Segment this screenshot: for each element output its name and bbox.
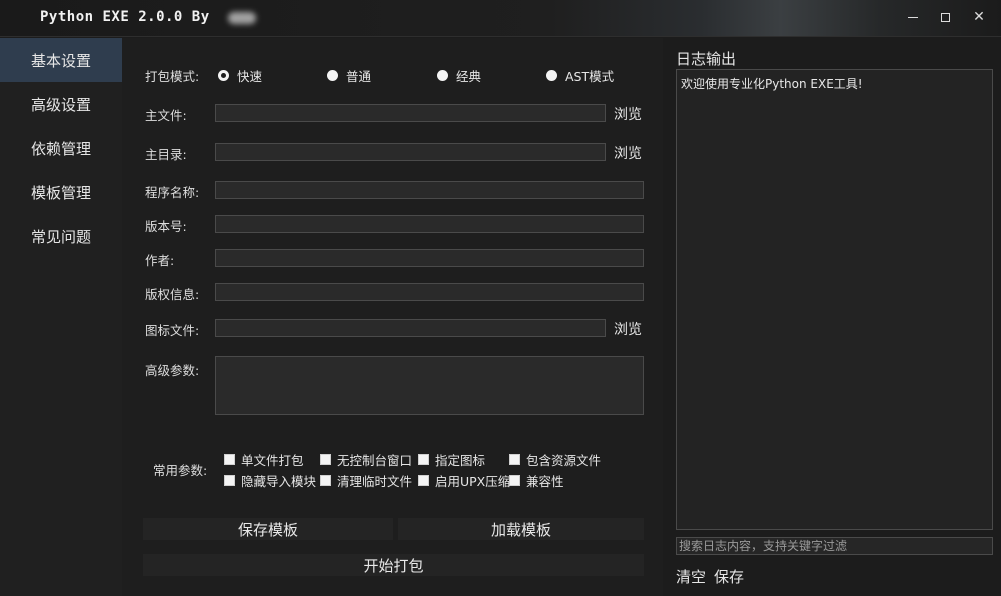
checkbox-label: 指定图标 [435, 453, 486, 468]
log-output-title: 日志输出 [676, 50, 737, 68]
save-log-button[interactable]: 保存 [714, 566, 744, 587]
pack-mode-radio-classic[interactable]: 经典 [437, 66, 481, 85]
author-input[interactable] [215, 249, 644, 267]
advanced-params-label: 高级参数: [145, 363, 200, 378]
checkbox-include-resources[interactable]: 包含资源文件 [509, 450, 601, 469]
advanced-params-textarea[interactable] [215, 356, 644, 415]
checkbox-icon [509, 475, 520, 486]
pack-mode-radio-ast[interactable]: AST模式 [546, 66, 614, 85]
sidebar-item-label: 基本设置 [31, 51, 92, 70]
radio-label: AST模式 [565, 69, 615, 84]
copyright-label: 版权信息: [145, 287, 200, 302]
sidebar-item-label: 常见问题 [31, 227, 92, 246]
checkbox-icon [418, 454, 429, 465]
radio-unchecked-icon [546, 70, 557, 81]
checkbox-icon [224, 475, 235, 486]
program-name-input[interactable] [215, 181, 644, 199]
copyright-input[interactable] [215, 283, 644, 301]
sidebar-item-label: 模板管理 [31, 183, 92, 202]
pack-mode-radio-fast[interactable]: 快速 [218, 66, 262, 85]
pack-mode-label: 打包模式: [145, 69, 200, 84]
basic-settings-panel: 打包模式: 快速 普通 经典 AST模式 主文件: 浏览 主目录: 浏览 程序名… [122, 38, 663, 596]
checkbox-label: 单文件打包 [241, 453, 304, 468]
main-file-input[interactable] [215, 104, 606, 122]
radio-label: 普通 [346, 69, 372, 84]
close-button[interactable]: ✕ [956, 0, 1001, 34]
sidebar-item-label: 依赖管理 [31, 139, 92, 158]
log-output-area[interactable]: 欢迎使用专业化Python EXE工具! [676, 69, 993, 530]
checkbox-no-console[interactable]: 无控制台窗口 [320, 450, 412, 469]
minimize-icon [908, 16, 918, 18]
checkbox-single-file[interactable]: 单文件打包 [224, 450, 304, 469]
main-dir-label: 主目录: [145, 147, 187, 162]
log-line: 欢迎使用专业化Python EXE工具! [681, 77, 863, 91]
checkbox-compatibility[interactable]: 兼容性 [509, 471, 564, 490]
sidebar-item-faq[interactable]: 常见问题 [0, 214, 122, 258]
checkbox-label: 无控制台窗口 [337, 453, 413, 468]
checkbox-clean-temp[interactable]: 清理临时文件 [320, 471, 412, 490]
checkbox-icon [509, 454, 520, 465]
sidebar-item-advanced-settings[interactable]: 高级设置 [0, 82, 122, 126]
checkbox-label: 启用UPX压缩 [435, 474, 511, 489]
version-label: 版本号: [145, 219, 187, 234]
checkbox-upx[interactable]: 启用UPX压缩 [418, 471, 510, 490]
load-template-button[interactable]: 加载模板 [398, 518, 644, 540]
redacted-author-blur [228, 12, 256, 24]
checkbox-hidden-imports[interactable]: 隐藏导入模块 [224, 471, 316, 490]
checkbox-label: 包含资源文件 [526, 453, 602, 468]
icon-file-browse-button[interactable]: 浏览 [614, 319, 642, 339]
pack-mode-radio-normal[interactable]: 普通 [327, 66, 371, 85]
close-icon: ✕ [973, 9, 985, 25]
window-title: Python EXE 2.0.0 By [40, 9, 210, 25]
main-dir-input[interactable] [215, 143, 606, 161]
checkbox-label: 隐藏导入模块 [241, 474, 317, 489]
checkbox-icon [320, 475, 331, 486]
radio-label: 经典 [456, 69, 482, 84]
checkbox-specify-icon[interactable]: 指定图标 [418, 450, 485, 469]
main-file-browse-button[interactable]: 浏览 [614, 104, 642, 124]
title-bar[interactable]: Python EXE 2.0.0 By ✕ [0, 0, 1001, 37]
checkbox-icon [320, 454, 331, 465]
icon-file-label: 图标文件: [145, 323, 200, 338]
radio-unchecked-icon [327, 70, 338, 81]
sidebar-item-basic-settings[interactable]: 基本设置 [0, 38, 122, 82]
checkbox-label: 兼容性 [526, 474, 564, 489]
version-input[interactable] [215, 215, 644, 233]
clear-log-button[interactable]: 清空 [676, 566, 706, 587]
author-label: 作者: [145, 253, 175, 268]
main-dir-browse-button[interactable]: 浏览 [614, 143, 642, 163]
sidebar: 基本设置 高级设置 依赖管理 模板管理 常见问题 [0, 38, 122, 596]
checkbox-icon [224, 454, 235, 465]
program-name-label: 程序名称: [145, 185, 200, 200]
checkbox-label: 清理临时文件 [337, 474, 413, 489]
sidebar-item-label: 高级设置 [31, 95, 92, 114]
radio-label: 快速 [237, 69, 263, 84]
start-pack-button[interactable]: 开始打包 [143, 554, 644, 576]
radio-unchecked-icon [437, 70, 448, 81]
sidebar-item-template-management[interactable]: 模板管理 [0, 170, 122, 214]
log-search-input[interactable]: 搜索日志内容，支持关键字过滤 [676, 537, 993, 555]
checkbox-icon [418, 475, 429, 486]
sidebar-item-dependency-management[interactable]: 依赖管理 [0, 126, 122, 170]
save-template-button[interactable]: 保存模板 [143, 518, 393, 540]
icon-file-input[interactable] [215, 319, 606, 337]
maximize-icon [940, 12, 950, 22]
common-params-label: 常用参数: [153, 463, 208, 478]
main-file-label: 主文件: [145, 108, 187, 123]
radio-checked-icon [218, 70, 229, 81]
